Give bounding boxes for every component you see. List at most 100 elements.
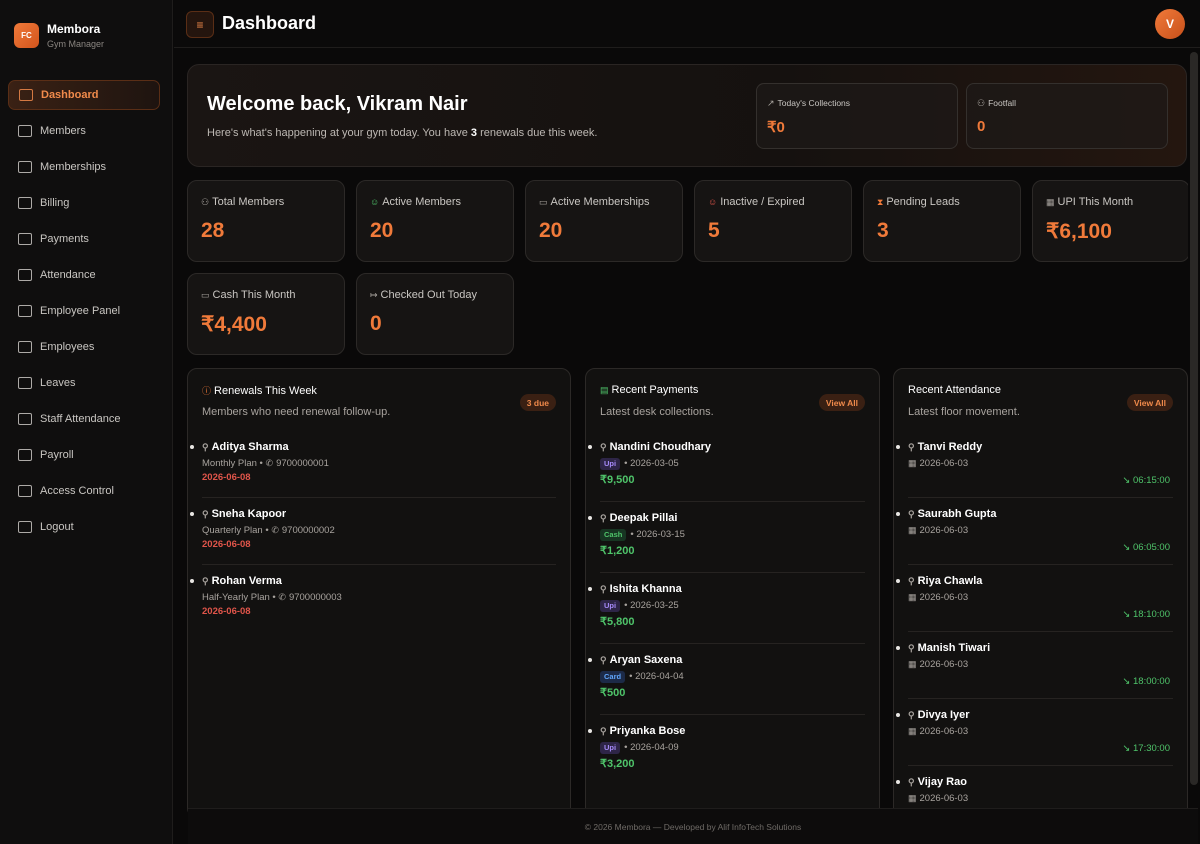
user-icon: ⚲ <box>908 576 915 586</box>
list-item[interactable]: ⚲ Divya Iyer ▦ 2026-06-03 ↘ 17:30:00 <box>896 699 1173 766</box>
brand-name: Membora <box>47 22 101 36</box>
sidebar-item-attendance[interactable]: Attendance <box>8 260 160 290</box>
payment-amount: ₹9,500 <box>600 474 635 486</box>
stat-card-active-members: ☺ Active Members 20 <box>356 180 514 262</box>
phone-icon: ✆ <box>278 592 286 602</box>
footfall-value: 0 <box>977 118 986 135</box>
payment-method-badge: Cash <box>600 529 627 541</box>
alert-circle-icon: ⓘ <box>202 386 212 396</box>
cash-icon <box>18 233 32 245</box>
list-item[interactable]: ⚲ Sneha Kapoor Quarterly Plan • ✆ 97000000… <box>190 498 556 565</box>
panel-title: Recent Attendance <box>908 384 1001 396</box>
sidebar-item-label: Leaves <box>40 377 76 389</box>
renewal-date: 2026-06-08 <box>202 539 251 550</box>
calendar-icon: ▦ <box>908 458 917 468</box>
sidebar-item-staff-attendance[interactable]: Staff Attendance <box>8 404 160 434</box>
sidebar-item-employee-panel[interactable]: Employee Panel <box>8 296 160 326</box>
list-item[interactable]: ⚲ Aditya Sharma Monthly Plan • ✆ 970000000… <box>190 441 556 498</box>
payment-amount: ₹5,800 <box>600 616 635 628</box>
stat-card-cash-this-month: ▭ Cash This Month ₹4,400 <box>187 273 345 355</box>
sidebar-item-members[interactable]: Members <box>8 116 160 146</box>
sidebar-item-payments[interactable]: Payments <box>8 224 160 254</box>
stat-value: ₹6,100 <box>1046 220 1112 243</box>
payment-method-badge: Upi <box>600 600 621 612</box>
user-icon: ⚲ <box>202 442 209 452</box>
list-item[interactable]: ⚲ Manish Tiwari ▦ 2026-06-03 ↘ 18:00:00 <box>896 632 1173 699</box>
payment-method-badge: Upi <box>600 458 621 470</box>
sidebar-item-memberships[interactable]: Memberships <box>8 152 160 182</box>
sidebar-item-label: Dashboard <box>41 89 99 101</box>
stat-card-checked-out-today: ↦ Checked Out Today 0 <box>356 273 514 355</box>
arrow-down-right-icon: ↘ <box>1122 475 1131 486</box>
payment-amount: ₹3,200 <box>600 758 635 770</box>
user-icon: ⚲ <box>600 655 607 665</box>
avatar[interactable]: V <box>1155 9 1185 39</box>
user-icon: ⚲ <box>600 513 607 523</box>
sidebar-item-employees[interactable]: Employees <box>8 332 160 362</box>
list-item[interactable]: ⚲ Tanvi Reddy ▦ 2026-06-03 ↘ 06:15:00 <box>896 441 1173 498</box>
sidebar-item-label: Payments <box>40 233 89 245</box>
users-icon: ⚇ <box>201 197 210 207</box>
sidebar-item-label: Members <box>40 125 86 137</box>
stat-value: 20 <box>370 219 394 242</box>
user-icon: ⚲ <box>908 509 915 519</box>
stat-value: 20 <box>539 219 563 242</box>
sidebar-item-label: Memberships <box>40 161 107 173</box>
sidebar-item-label: Billing <box>40 197 70 209</box>
phone-icon: ✆ <box>271 525 279 535</box>
list-item[interactable]: ⚲ Ishita Khanna Upi • 2026-03-25 ₹5,800 <box>588 573 865 644</box>
sidebar-item-label: Employees <box>40 341 95 353</box>
list-item[interactable]: ⚲ Aryan Saxena Card • 2026-04-04 ₹500 <box>588 644 865 715</box>
trend-up-icon: ↗ <box>767 98 775 108</box>
calendar-x-icon <box>18 377 32 389</box>
renewals-list: ⚲ Aditya Sharma Monthly Plan • ✆ 970000000… <box>190 441 556 632</box>
payments-view-all-button[interactable]: View All <box>818 394 865 411</box>
list-item[interactable]: ⚲ Nandini Choudhary Upi • 2026-03-05 ₹9,50… <box>588 441 865 502</box>
attendance-view-all-button[interactable]: View All <box>1126 394 1173 411</box>
sidebar-item-billing[interactable]: Billing <box>8 188 160 218</box>
stat-value: 3 <box>877 219 889 242</box>
panel-title: ⓘ Renewals This Week <box>202 385 317 397</box>
calendar-icon: ▦ <box>908 793 917 803</box>
sidebar-item-access-control[interactable]: Access Control <box>8 476 160 506</box>
payment-amount: ₹500 <box>600 687 626 699</box>
welcome-banner: Welcome back, Vikram Nair Here's what's … <box>187 64 1187 167</box>
check-in-time: ↘ 17:30:00 <box>1122 743 1170 754</box>
list-item[interactable]: ⚲ Saurabh Gupta ▦ 2026-06-03 ↘ 06:05:00 <box>896 498 1173 565</box>
menu-toggle-button[interactable]: ≡ <box>186 11 214 38</box>
todays-collections-card: ↗ Today's Collections ₹0 <box>756 83 958 149</box>
sidebar-nav: Dashboard Members Memberships Billing Pa… <box>8 80 160 548</box>
welcome-greeting: Welcome back, Vikram Nair <box>207 93 468 115</box>
top-bar: ≡ Dashboard V <box>174 0 1200 48</box>
list-item[interactable]: ⚲ Deepak Pillai Cash • 2026-03-15 ₹1,200 <box>588 502 865 573</box>
sidebar-item-label: Attendance <box>40 269 96 281</box>
payments-list: ⚲ Nandini Choudhary Upi • 2026-03-05 ₹9,50… <box>588 441 865 786</box>
calendar-icon: ▦ <box>908 592 917 602</box>
user-list-icon <box>18 341 32 353</box>
sidebar-item-leaves[interactable]: Leaves <box>8 368 160 398</box>
scrollbar[interactable] <box>1190 52 1198 785</box>
recent-payments-panel: ▤ Recent Payments Latest desk collections… <box>585 368 880 818</box>
logout-icon <box>18 521 32 533</box>
main-content: Welcome back, Vikram Nair Here's what's … <box>174 49 1188 844</box>
stat-card-total-members: ⚇ Total Members 28 <box>187 180 345 262</box>
calendar-icon: ▦ <box>908 659 917 669</box>
sidebar-item-payroll[interactable]: Payroll <box>8 440 160 470</box>
cash-icon: ▭ <box>201 290 210 300</box>
sidebar-item-label: Logout <box>40 521 74 533</box>
stat-value: 5 <box>708 219 720 242</box>
users-icon: ⚇ <box>977 98 986 108</box>
calendar-icon: ▦ <box>908 726 917 736</box>
sidebar-item-dashboard[interactable]: Dashboard <box>8 80 160 110</box>
user-check-icon: ☺ <box>370 197 380 207</box>
list-item[interactable]: ⚲ Riya Chawla ▦ 2026-06-03 ↘ 18:10:00 <box>896 565 1173 632</box>
footer: © 2026 Membora — Developed by Alif InfoT… <box>188 808 1198 844</box>
brand-subtitle: Gym Manager <box>47 39 105 49</box>
arrow-down-right-icon: ↘ <box>1122 676 1131 687</box>
renewal-date: 2026-06-08 <box>202 606 251 617</box>
users-icon <box>18 125 32 137</box>
list-item[interactable]: ⚲ Priyanka Bose Upi • 2026-04-09 ₹3,200 <box>588 715 865 786</box>
stat-card-pending-leads: ⧗ Pending Leads 3 <box>863 180 1021 262</box>
sidebar-item-logout[interactable]: Logout <box>8 512 160 542</box>
list-item[interactable]: ⚲ Rohan Verma Half-Yearly Plan • ✆ 9700000… <box>190 565 556 632</box>
